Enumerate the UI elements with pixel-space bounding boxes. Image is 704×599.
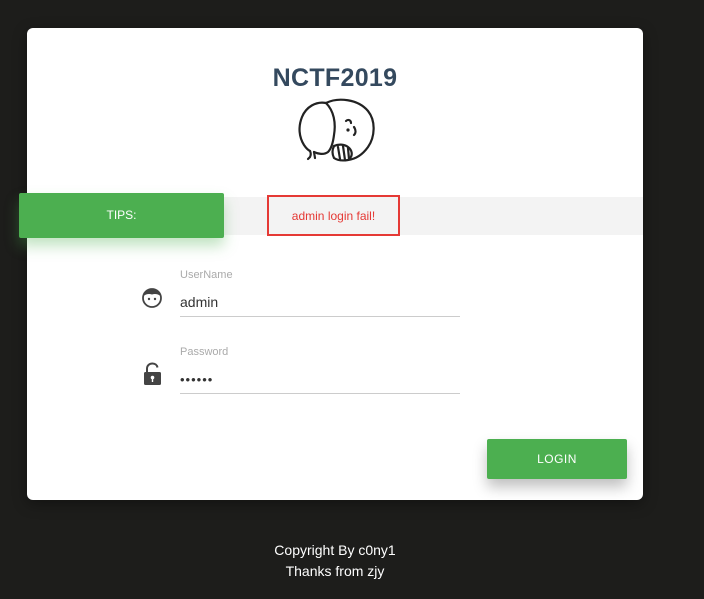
username-input[interactable]: [180, 288, 460, 317]
tips-label: TIPS:: [19, 193, 224, 238]
user-face-icon: [142, 288, 162, 308]
footer-copyright: Copyright By c0ny1: [274, 542, 396, 558]
username-label: UserName: [180, 269, 233, 281]
login-button[interactable]: LOGIN: [487, 439, 627, 479]
login-page: NCTF2019 TIPS: admin login fail! UserNam…: [0, 0, 704, 599]
login-error-message: admin login fail!: [267, 195, 400, 236]
footer-thanks: Thanks from zjy: [285, 563, 385, 579]
unlock-icon: [144, 362, 161, 385]
password-input[interactable]: [180, 365, 460, 394]
password-label: Password: [180, 346, 229, 358]
page-title: NCTF2019: [272, 64, 398, 92]
elephant-icon: [298, 98, 375, 162]
